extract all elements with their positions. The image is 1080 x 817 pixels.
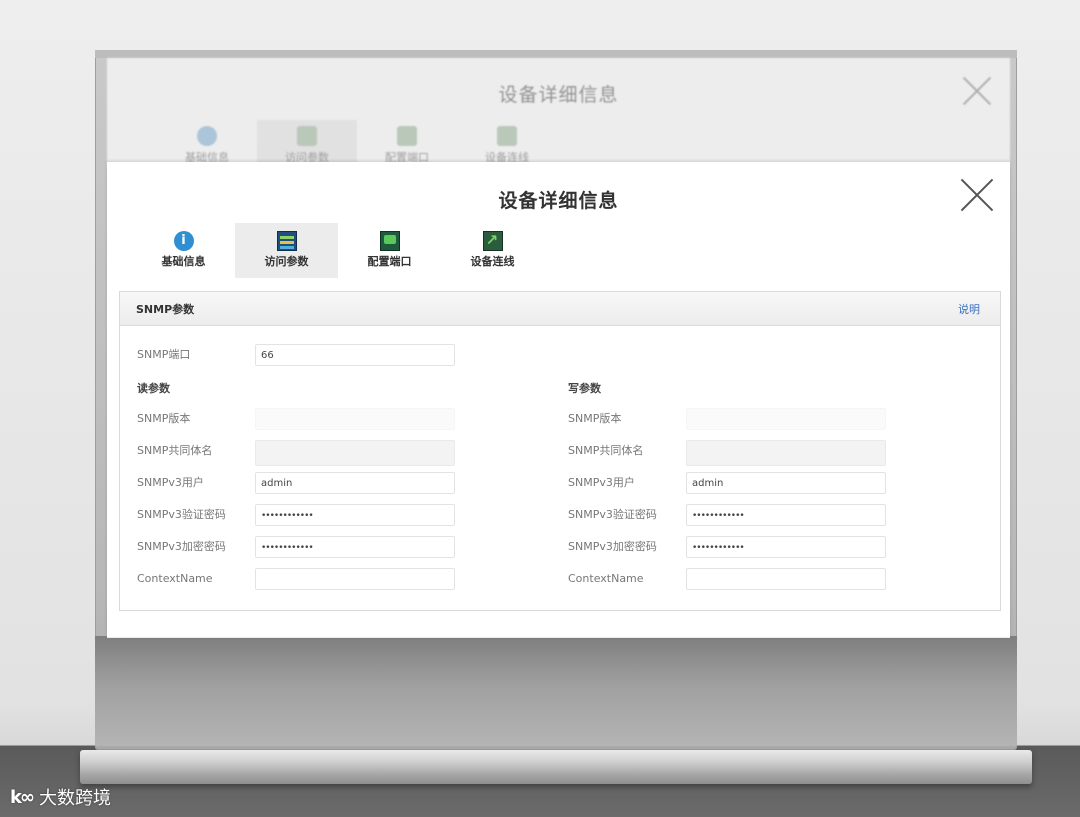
write-v3-priv-password[interactable]: •••••••••••• <box>686 536 886 558</box>
tab-device-link[interactable]: 设备连线 <box>441 223 544 278</box>
write-version-select[interactable] <box>686 408 886 430</box>
watermark: k∞ 大数跨境 <box>10 784 111 810</box>
background-tab-access: 访问参数 <box>257 120 357 168</box>
read-context-label: ContextName <box>137 572 213 585</box>
snmp-port-label: SNMP端口 <box>137 348 191 361</box>
tab-label: 设备连线 <box>470 255 515 268</box>
tab-label: 配置端口 <box>367 255 412 268</box>
tab-label: 基础信息 <box>161 255 206 268</box>
watermark-logo: k∞ <box>10 786 35 808</box>
access-params-icon <box>297 126 317 146</box>
tab-label: 访问参数 <box>264 255 309 268</box>
read-v3-user-input[interactable]: admin <box>255 472 455 494</box>
config-port-icon <box>397 126 417 146</box>
tab-config-port[interactable]: 配置端口 <box>338 223 441 278</box>
help-link[interactable]: 说明 <box>958 301 980 317</box>
tab-basic-info[interactable]: i 基础信息 <box>132 223 235 278</box>
display-base <box>80 750 1032 784</box>
read-version-label: SNMP版本 <box>137 412 191 425</box>
read-context-input[interactable] <box>255 568 455 590</box>
read-v3-priv-label: SNMPv3加密密码 <box>137 540 226 553</box>
read-version-select[interactable] <box>255 408 455 430</box>
read-community-input[interactable] <box>255 440 455 466</box>
display-stand <box>95 636 1017 746</box>
close-icon[interactable] <box>960 178 994 212</box>
info-icon: i <box>173 231 194 251</box>
device-link-icon <box>497 126 517 146</box>
read-community-label: SNMP共同体名 <box>137 444 213 457</box>
device-detail-dialog: 设备详细信息 i 基础信息 访问参数 配置端口 设备连线 SNMP参数 说明 S… <box>107 162 1010 637</box>
write-community-input[interactable] <box>686 440 886 466</box>
background-close-icon <box>962 76 992 106</box>
background-tab-port: 配置端口 <box>357 120 457 168</box>
access-params-icon <box>276 231 297 251</box>
tab-access-params[interactable]: 访问参数 <box>235 223 338 278</box>
read-v3-auth-password[interactable]: •••••••••••• <box>255 504 455 526</box>
background-window: 设备详细信息 基础信息 访问参数 配置端口 设备连线 <box>107 58 1010 168</box>
write-context-input[interactable] <box>686 568 886 590</box>
background-tabs: 基础信息 访问参数 配置端口 设备连线 <box>157 120 557 168</box>
read-v3-priv-password[interactable]: •••••••••••• <box>255 536 455 558</box>
write-v3-user-input[interactable]: admin <box>686 472 886 494</box>
display-bezel <box>95 50 1017 58</box>
background-tab-link: 设备连线 <box>457 120 557 168</box>
snmp-port-input[interactable]: 66 <box>255 344 455 366</box>
write-version-label: SNMP版本 <box>568 412 622 425</box>
write-v3-user-label: SNMPv3用户 <box>568 476 635 489</box>
config-port-icon <box>379 231 400 251</box>
snmp-params-panel: SNMP参数 说明 SNMP端口 66 读参数 SNMP版本 SNMP共同体名 … <box>119 291 1001 611</box>
watermark-text: 大数跨境 <box>38 788 111 809</box>
read-v3-auth-label: SNMPv3验证密码 <box>137 508 226 521</box>
read-params-heading: 读参数 <box>137 382 170 395</box>
write-v3-priv-label: SNMPv3加密密码 <box>568 540 657 553</box>
write-v3-auth-password[interactable]: •••••••••••• <box>686 504 886 526</box>
device-link-icon <box>482 231 503 251</box>
dialog-tabs: i 基础信息 访问参数 配置端口 设备连线 <box>132 223 544 278</box>
dialog-title: 设备详细信息 <box>498 190 619 212</box>
write-params-heading: 写参数 <box>568 382 601 395</box>
background-window-title: 设备详细信息 <box>498 84 619 106</box>
write-community-label: SNMP共同体名 <box>568 444 644 457</box>
read-v3-user-label: SNMPv3用户 <box>137 476 204 489</box>
background-tab-basic: 基础信息 <box>157 120 257 168</box>
write-context-label: ContextName <box>568 572 644 585</box>
info-icon <box>197 126 217 146</box>
panel-header: SNMP参数 说明 <box>120 292 1000 326</box>
panel-title: SNMP参数 <box>136 303 195 316</box>
write-v3-auth-label: SNMPv3验证密码 <box>568 508 657 521</box>
